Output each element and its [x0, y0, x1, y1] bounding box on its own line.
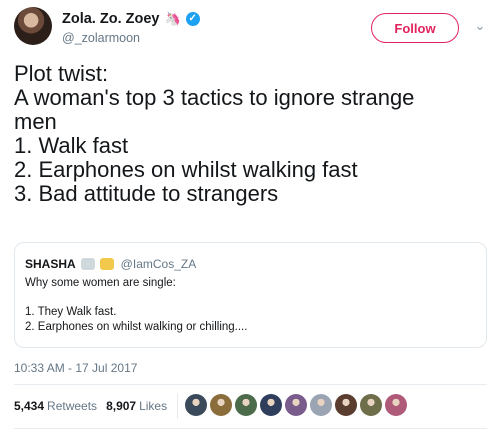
retweets-count[interactable]: 5,434 — [14, 399, 44, 413]
tweet-stats: 5,434 Retweets 8,907 Likes — [14, 399, 176, 413]
quoted-display-name[interactable]: SHASHA — [25, 257, 76, 271]
tweet-text: Plot twist: A woman's top 3 tactics to i… — [14, 62, 484, 206]
tweet-line: 3. Bad attitude to strangers — [14, 181, 279, 206]
crown-icon — [99, 258, 114, 270]
avatar[interactable] — [14, 7, 52, 45]
name-row: Zola. Zo. Zoey 🦄 ✓ — [62, 11, 200, 27]
verified-icon: ✓ — [185, 12, 200, 26]
quoted-user-handle[interactable]: @IamCos_ZA — [121, 257, 197, 271]
tweet-header: Zola. Zo. Zoey 🦄 ✓ @_zolarmoon Follow ⌄ — [0, 0, 500, 56]
tweet-line: men — [14, 109, 57, 134]
display-name[interactable]: Zola. Zo. Zoey — [62, 11, 159, 27]
liker-avatar[interactable] — [310, 394, 332, 416]
liker-avatar[interactable] — [285, 394, 307, 416]
tweet-line: 2. Earphones on whilst walking fast — [14, 157, 358, 182]
tweet-line: A woman's top 3 tactics to ignore strang… — [14, 85, 415, 110]
retweets-label[interactable]: Retweets — [47, 399, 97, 413]
chevron-down-icon[interactable]: ⌄ — [472, 18, 488, 34]
quoted-text-line: 1. They Walk fast. — [25, 306, 117, 318]
quoted-text-line: Why some women are single: — [25, 277, 176, 289]
goat-icon — [80, 258, 95, 270]
quoted-text-line: 2. Earphones on whilst walking or chilli… — [25, 321, 248, 333]
quoted-tweet-header: SHASHA @IamCos_ZA — [25, 257, 196, 271]
follow-button[interactable]: Follow — [371, 13, 459, 43]
quoted-tweet[interactable]: SHASHA @IamCos_ZA Why some women are sin… — [14, 242, 487, 348]
tweet-line: 1. Walk fast — [14, 133, 129, 158]
liker-avatar[interactable] — [235, 394, 257, 416]
liker-avatar[interactable] — [185, 394, 207, 416]
divider — [14, 428, 487, 429]
likes-label[interactable]: Likes — [139, 399, 167, 413]
liker-avatar[interactable] — [360, 394, 382, 416]
user-handle[interactable]: @_zolarmoon — [62, 31, 140, 45]
divider — [14, 384, 487, 385]
liker-avatars — [185, 394, 407, 416]
liker-avatar[interactable] — [260, 394, 282, 416]
likes-count[interactable]: 8,907 — [106, 399, 136, 413]
timestamp[interactable]: 10:33 AM - 17 Jul 2017 — [14, 361, 137, 375]
unicorn-icon: 🦄 — [164, 11, 181, 26]
liker-avatar[interactable] — [335, 394, 357, 416]
liker-avatar[interactable] — [210, 394, 232, 416]
tweet-line: Plot twist: — [14, 61, 109, 86]
stats-separator — [177, 393, 178, 419]
liker-avatar[interactable] — [385, 394, 407, 416]
